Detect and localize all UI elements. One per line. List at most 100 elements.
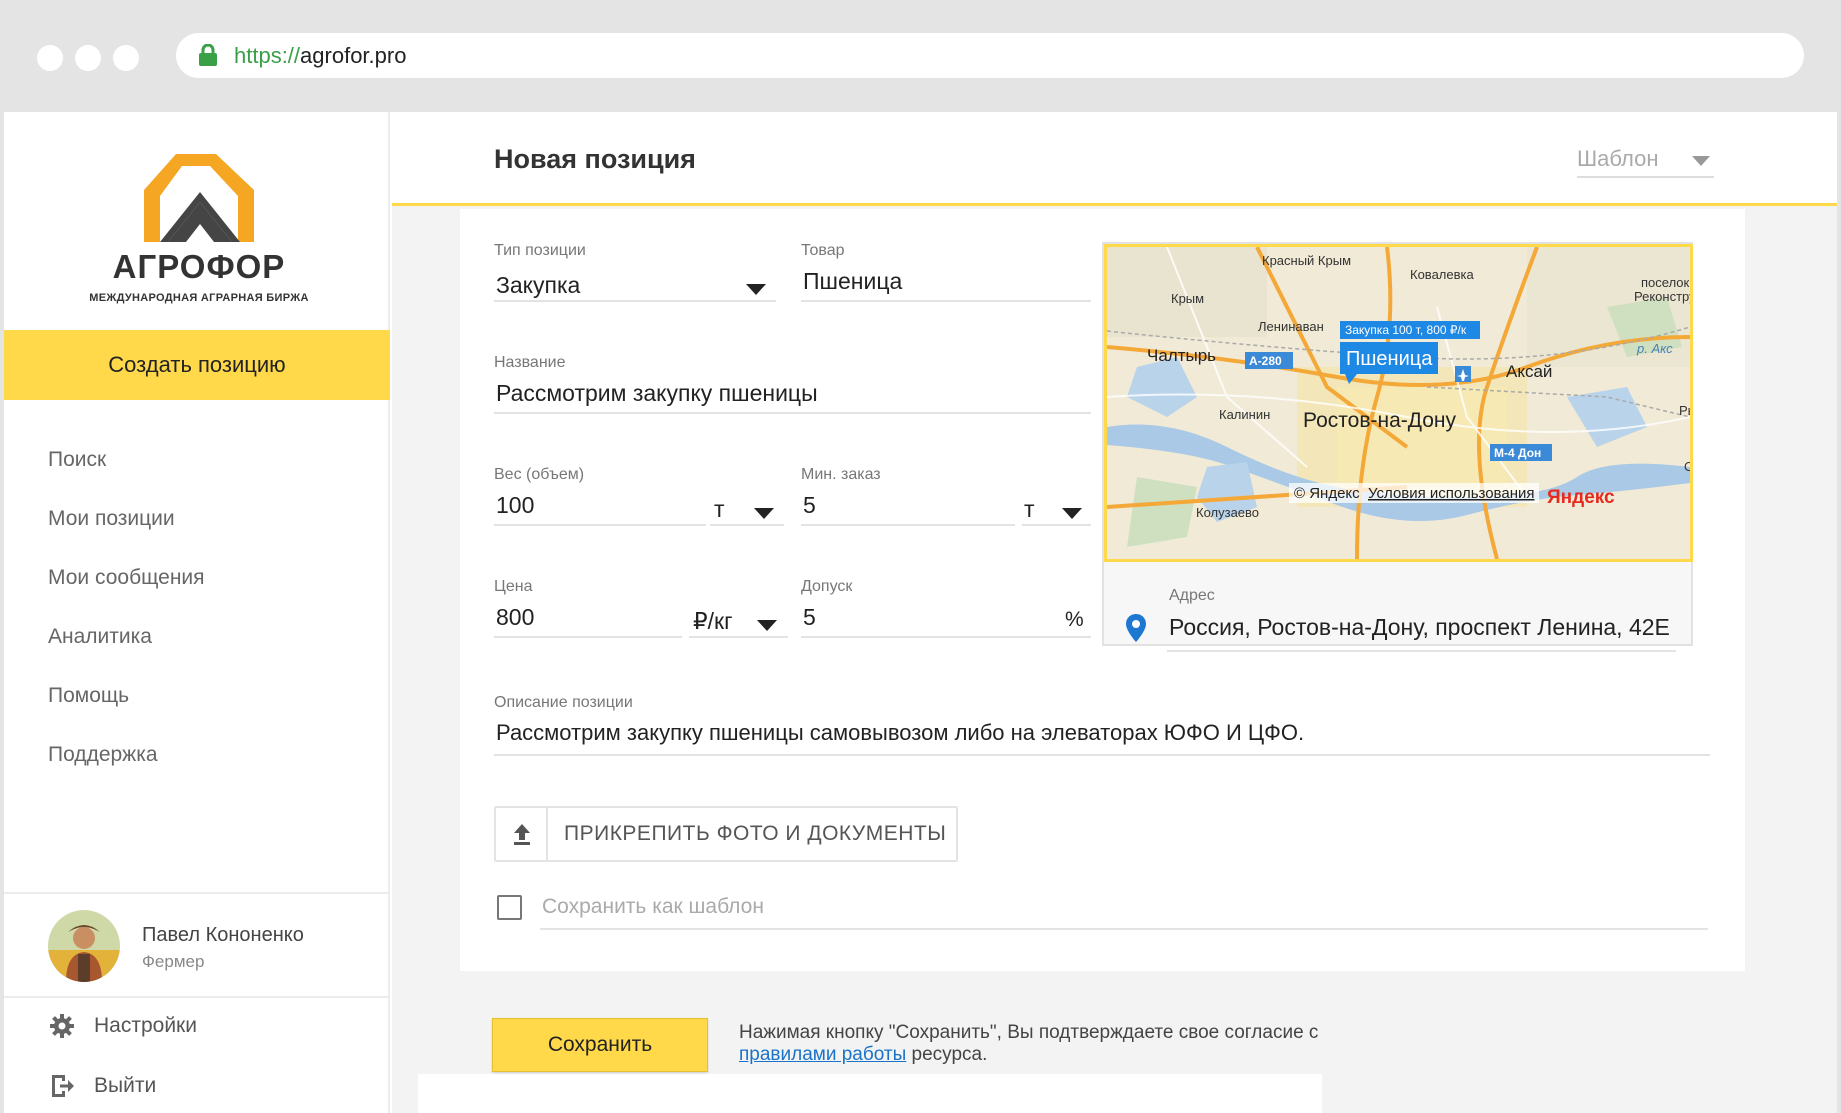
min-order-unit-select[interactable]: т xyxy=(1022,466,1091,526)
field-underline xyxy=(494,754,1710,756)
sidebar-item-search[interactable]: Поиск xyxy=(4,430,390,489)
field-underline xyxy=(689,636,788,638)
address-bar[interactable]: https://agrofor.pro xyxy=(176,33,1804,78)
logo[interactable]: АГРОФОР МЕЖДУНАРОДНАЯ АГРАРНАЯ БИРЖА xyxy=(64,140,334,310)
chevron-down-icon xyxy=(746,284,766,295)
map-terms-link[interactable]: Условия использования xyxy=(1368,485,1535,502)
yandex-logo: Яндекс xyxy=(1547,487,1615,508)
field-underline xyxy=(494,524,706,526)
attach-files-label: ПРИКРЕПИТЬ ФОТО И ДОКУМЕНТЫ xyxy=(564,822,947,845)
map-label: М-4 Дон xyxy=(1494,446,1541,460)
map-label: Рыб xyxy=(1679,403,1690,418)
weight-unit-select[interactable]: т xyxy=(710,466,784,526)
window-dot-minimize[interactable] xyxy=(75,45,101,71)
logout-link[interactable]: Выйти xyxy=(48,1072,156,1100)
app-window: АГРОФОР МЕЖДУНАРОДНАЯ АГРАРНАЯ БИРЖА Соз… xyxy=(4,112,1837,1113)
price-label: Цена xyxy=(494,578,533,595)
settings-link[interactable]: Настройки xyxy=(48,1012,197,1040)
logout-label: Выйти xyxy=(94,1074,157,1097)
name-label: Название xyxy=(494,354,566,371)
field-underline xyxy=(1167,650,1676,652)
chevron-down-icon xyxy=(1062,508,1082,519)
product-label: Товар xyxy=(801,242,845,259)
map-label: Ковалевка xyxy=(1410,267,1474,282)
lock-icon xyxy=(199,44,217,66)
template-select[interactable]: Шаблон xyxy=(1577,146,1714,178)
field-underline xyxy=(801,300,1091,302)
price-field[interactable]: Цена 800 xyxy=(494,578,682,638)
product-field[interactable]: Товар Пшеница xyxy=(801,242,1091,302)
sidebar-item-support[interactable]: Поддержка xyxy=(4,725,390,784)
sidebar: АГРОФОР МЕЖДУНАРОДНАЯ АГРАРНАЯ БИРЖА Соз… xyxy=(4,112,390,1113)
chevron-down-icon xyxy=(754,508,774,519)
agreement-suffix: ресурса. xyxy=(911,1044,988,1065)
map-label: Реконструк xyxy=(1634,289,1690,304)
description-field[interactable]: Описание позиции Рассмотрим закупку пшен… xyxy=(494,694,1710,756)
map-label: Красный Крым xyxy=(1262,253,1351,268)
url-text: https://agrofor.pro xyxy=(234,43,407,68)
window-dot-maximize[interactable] xyxy=(113,45,139,71)
map-label: Колузаево xyxy=(1196,505,1259,520)
window-dot-close[interactable] xyxy=(37,45,63,71)
sidebar-item-help[interactable]: Помощь xyxy=(4,666,390,725)
logo-subtitle: МЕЖДУНАРОДНАЯ АГРАРНАЯ БИРЖА xyxy=(89,292,309,304)
map-balloon-big: Пшеница xyxy=(1346,348,1433,370)
upload-icon-box xyxy=(496,808,548,860)
price-unit-select[interactable]: ₽/кг xyxy=(689,578,788,638)
agreement-text: Нажимая кнопку "Сохранить", Вы подтвержд… xyxy=(739,1022,1318,1066)
agreement-prefix: Нажимая кнопку "Сохранить", Вы подтвержд… xyxy=(739,1022,1319,1043)
chevron-down-icon xyxy=(757,620,777,631)
sidebar-item-my-messages[interactable]: Мои сообщения xyxy=(4,548,390,607)
page-title: Новая позиция xyxy=(494,144,696,174)
map-label: Ленинаван xyxy=(1258,319,1324,334)
rules-link[interactable]: правилами работы xyxy=(739,1044,906,1065)
tolerance-field[interactable]: Допуск 5 % xyxy=(801,578,1091,638)
main-area: Новая позиция Шаблон Тип позиции Закупка… xyxy=(392,112,1837,1113)
map[interactable]: Красный Крым Ковалевка поселок Реконстру… xyxy=(1104,244,1693,562)
name-field[interactable]: Название Рассмотрим закупку пшеницы xyxy=(494,354,1091,414)
save-template-label[interactable]: Сохранить как шаблон xyxy=(542,895,764,919)
tolerance-unit: % xyxy=(1065,608,1084,631)
field-underline xyxy=(540,928,1708,930)
field-underline xyxy=(801,636,1091,638)
sidebar-item-my-positions[interactable]: Мои позиции xyxy=(4,489,390,548)
min-order-value: 5 xyxy=(803,492,816,518)
field-underline xyxy=(494,412,1091,414)
map-copyright: © Яндекс xyxy=(1294,485,1360,502)
avatar[interactable] xyxy=(48,910,120,982)
map-pin-icon xyxy=(1126,614,1146,642)
min-order-label: Мин. заказ xyxy=(801,466,881,483)
weight-value: 100 xyxy=(496,492,535,518)
sidebar-item-analytics[interactable]: Аналитика xyxy=(4,607,390,666)
logo-roof-icon xyxy=(144,154,254,242)
price-value: 800 xyxy=(496,604,535,630)
user-card[interactable]: Павел Кононенко Фермер xyxy=(4,892,390,998)
min-order-field[interactable]: Мин. заказ 5 xyxy=(801,466,1015,526)
sidebar-nav: Поиск Мои позиции Мои сообщения Аналитик… xyxy=(4,430,390,784)
field-underline xyxy=(801,524,1015,526)
map-label: р. Акс xyxy=(1636,341,1673,356)
position-form: Тип позиции Закупка Товар Пшеница Назван… xyxy=(460,209,1745,971)
address-label: Адрес xyxy=(1169,587,1215,604)
description-label: Описание позиции xyxy=(494,694,633,711)
footer-panel xyxy=(418,1074,1322,1113)
user-name: Павел Кононенко xyxy=(142,924,304,946)
position-type-select[interactable]: Тип позиции Закупка xyxy=(494,242,776,302)
create-position-button[interactable]: Создать позицию xyxy=(4,330,390,400)
map-label: А-280 xyxy=(1249,354,1282,368)
field-underline xyxy=(710,524,784,526)
position-type-label: Тип позиции xyxy=(494,242,586,259)
map-label: Крым xyxy=(1171,291,1204,306)
settings-label: Настройки xyxy=(94,1014,197,1037)
position-type-value: Закупка xyxy=(496,272,581,298)
save-template-checkbox[interactable] xyxy=(497,895,522,920)
address-value[interactable]: Россия, Ростов-на-Дону, проспект Ленина,… xyxy=(1169,614,1670,641)
tolerance-value: 5 xyxy=(803,604,816,630)
gear-icon xyxy=(50,1014,74,1038)
description-value: Рассмотрим закупку пшеницы самовывозом л… xyxy=(496,720,1305,745)
avatar-image xyxy=(48,910,120,982)
field-underline xyxy=(494,300,776,302)
map-canvas: Красный Крым Ковалевка поселок Реконстру… xyxy=(1107,247,1690,559)
attach-files-button[interactable]: ПРИКРЕПИТЬ ФОТО И ДОКУМЕНТЫ xyxy=(494,806,958,862)
save-button[interactable]: Сохранить xyxy=(492,1018,708,1072)
